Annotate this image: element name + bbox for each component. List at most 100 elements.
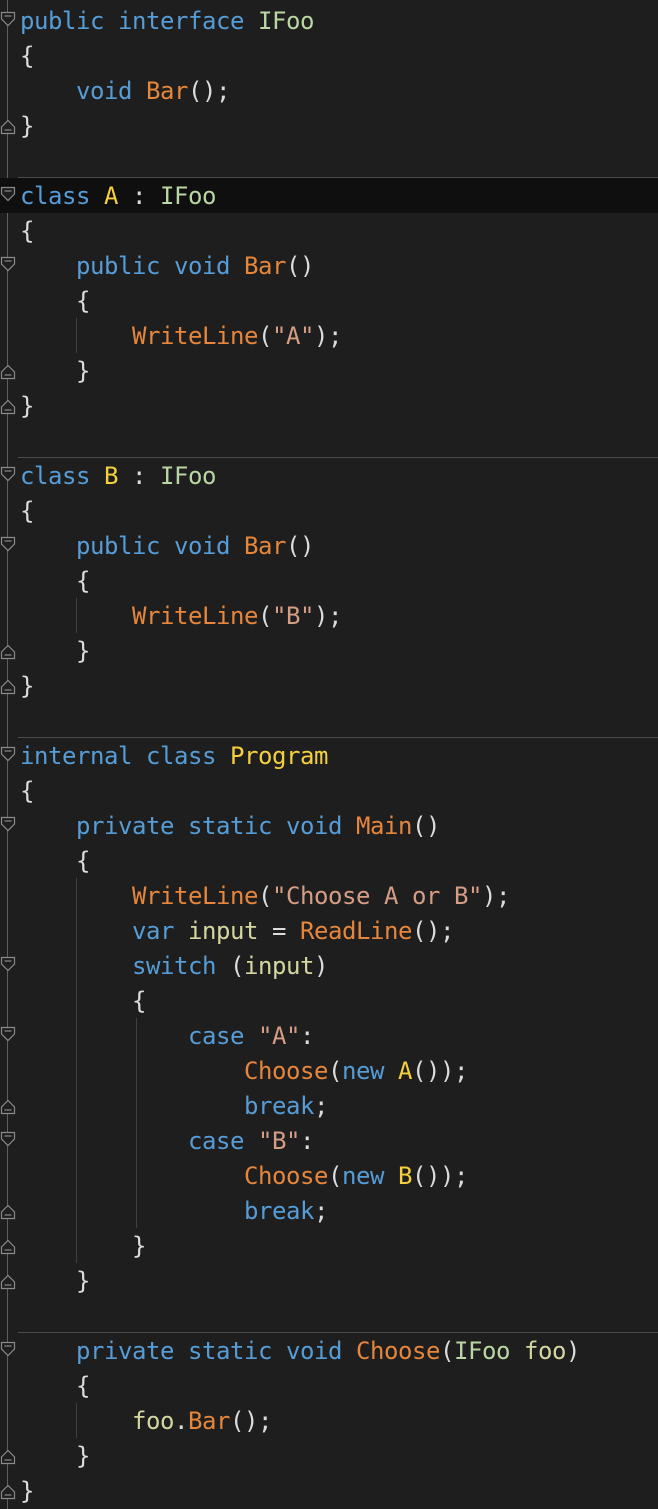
fold-end-icon[interactable]: [0, 642, 16, 660]
fold-end-icon[interactable]: [0, 362, 16, 380]
code-text: break;: [20, 1091, 328, 1121]
token-punct: ();: [412, 917, 454, 945]
code-line[interactable]: }: [0, 1263, 658, 1298]
token-class: B: [398, 1162, 412, 1190]
code-line[interactable]: {: [0, 283, 658, 318]
code-line[interactable]: break;: [0, 1088, 658, 1123]
code-text: {: [20, 776, 34, 806]
token-punct: ());: [412, 1057, 468, 1085]
code-line[interactable]: Choose(new B());: [0, 1158, 658, 1193]
code-line[interactable]: foo.Bar();: [0, 1403, 658, 1438]
code-line[interactable]: void Bar();: [0, 73, 658, 108]
current-code-line[interactable]: class A : IFoo: [0, 178, 658, 213]
code-line[interactable]: }: [0, 668, 658, 703]
code-text: WriteLine("A");: [20, 321, 342, 351]
code-line[interactable]: }: [0, 388, 658, 423]
code-line[interactable]: private static void Main(): [0, 808, 658, 843]
code-line[interactable]: WriteLine("Choose A or B");: [0, 878, 658, 913]
token-punct: ();: [230, 1407, 272, 1435]
code-line[interactable]: Choose(new A());: [0, 1053, 658, 1088]
fold-collapse-icon[interactable]: [0, 1131, 16, 1149]
fold-end-icon[interactable]: [0, 117, 16, 135]
token-punct: {: [76, 1372, 90, 1400]
code-line[interactable]: [0, 143, 658, 178]
code-line[interactable]: public void Bar(): [0, 248, 658, 283]
code-line[interactable]: case "B":: [0, 1123, 658, 1158]
token-punct: :: [118, 182, 160, 210]
code-text: break;: [20, 1196, 328, 1226]
token-class: B: [104, 462, 118, 490]
token-keyword: private: [76, 812, 174, 840]
token-punct: ): [314, 952, 328, 980]
fold-end-icon[interactable]: [0, 1272, 16, 1290]
code-line[interactable]: internal class Program: [0, 738, 658, 773]
code-line[interactable]: {: [0, 983, 658, 1018]
fold-end-icon[interactable]: [0, 1202, 16, 1220]
code-line[interactable]: var input = ReadLine();: [0, 913, 658, 948]
code-line[interactable]: private static void Choose(IFoo foo): [0, 1333, 658, 1368]
code-line[interactable]: }: [0, 633, 658, 668]
token-class: A: [398, 1057, 412, 1085]
token-punct: (): [412, 812, 440, 840]
code-text: }: [20, 1231, 146, 1261]
token-punct: }: [20, 112, 34, 140]
code-text: }: [20, 636, 90, 666]
token-method: Bar: [146, 77, 188, 105]
token-punct: }: [76, 357, 90, 385]
token-keyword: switch: [132, 952, 216, 980]
code-line[interactable]: }: [0, 1438, 658, 1473]
code-line[interactable]: case "A":: [0, 1018, 658, 1053]
code-line[interactable]: WriteLine("B");: [0, 598, 658, 633]
fold-collapse-icon[interactable]: [0, 186, 16, 204]
code-line[interactable]: }: [0, 1228, 658, 1263]
code-line[interactable]: [0, 703, 658, 738]
code-line[interactable]: {: [0, 493, 658, 528]
code-line[interactable]: [0, 1298, 658, 1333]
code-line[interactable]: {: [0, 563, 658, 598]
code-line[interactable]: }: [0, 353, 658, 388]
fold-collapse-icon[interactable]: [0, 956, 16, 974]
fold-end-icon[interactable]: [0, 677, 16, 695]
code-line[interactable]: {: [0, 773, 658, 808]
fold-collapse-icon[interactable]: [0, 816, 16, 834]
fold-collapse-icon[interactable]: [0, 11, 16, 29]
token-keyword: var: [132, 917, 174, 945]
token-keyword: class: [146, 742, 216, 770]
fold-collapse-icon[interactable]: [0, 536, 16, 554]
code-line[interactable]: class B : IFoo: [0, 458, 658, 493]
token-punct: );: [314, 322, 342, 350]
code-line[interactable]: {: [0, 843, 658, 878]
token-method: Choose: [356, 1337, 440, 1365]
code-line[interactable]: {: [0, 213, 658, 248]
fold-collapse-icon[interactable]: [0, 1341, 16, 1359]
token-punct: (: [328, 1057, 342, 1085]
code-line[interactable]: }: [0, 108, 658, 143]
code-line[interactable]: switch (input): [0, 948, 658, 983]
fold-end-icon[interactable]: [0, 397, 16, 415]
code-line[interactable]: break;: [0, 1193, 658, 1228]
fold-collapse-icon[interactable]: [0, 466, 16, 484]
code-line[interactable]: WriteLine("A");: [0, 318, 658, 353]
token-keyword: break: [244, 1197, 314, 1225]
fold-collapse-icon[interactable]: [0, 1026, 16, 1044]
fold-collapse-icon[interactable]: [0, 746, 16, 764]
code-line[interactable]: {: [0, 38, 658, 73]
code-line[interactable]: public void Bar(): [0, 528, 658, 563]
token-punct: {: [76, 847, 90, 875]
fold-end-icon[interactable]: [0, 1447, 16, 1465]
code-line[interactable]: public interface IFoo: [0, 3, 658, 38]
fold-collapse-icon[interactable]: [0, 256, 16, 274]
code-line[interactable]: }: [0, 1473, 658, 1508]
fold-end-icon[interactable]: [0, 1482, 16, 1500]
code-line[interactable]: [0, 423, 658, 458]
fold-end-icon[interactable]: [0, 1097, 16, 1115]
code-line[interactable]: {: [0, 1368, 658, 1403]
fold-end-icon[interactable]: [0, 1237, 16, 1255]
code-editor[interactable]: public interface IFoo{ void Bar();} class…: [0, 0, 658, 1509]
token-method: Main: [356, 812, 412, 840]
